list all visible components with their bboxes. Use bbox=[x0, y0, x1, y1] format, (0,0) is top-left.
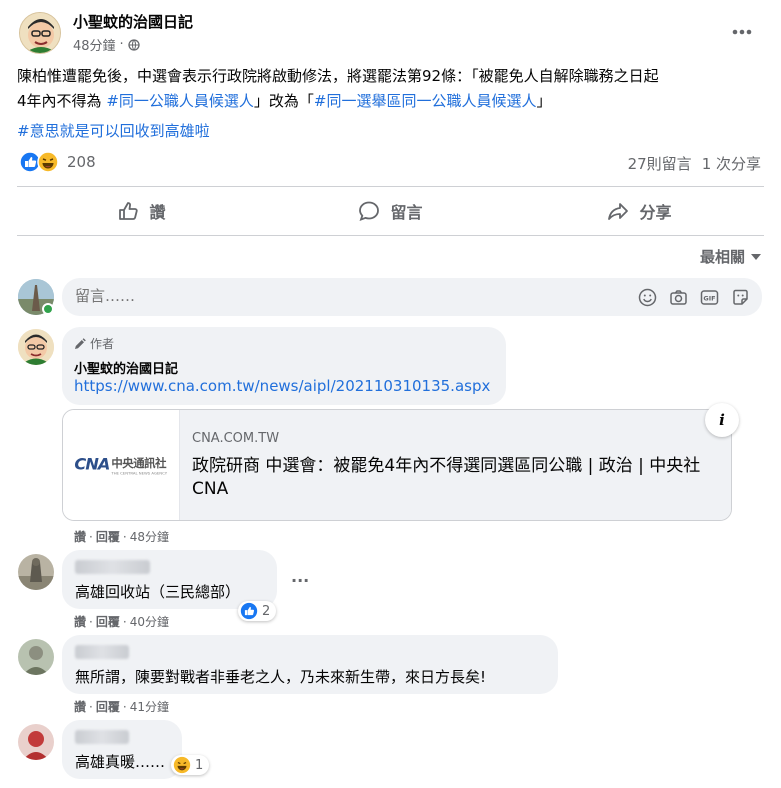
cna-logo-text: 中央通訊社 bbox=[111, 456, 167, 470]
reaction-count: 1 bbox=[195, 757, 204, 773]
share-button[interactable]: 分享 bbox=[515, 194, 764, 228]
comment-reply-link[interactable]: 回覆 bbox=[96, 530, 120, 544]
commenter-name-blurred[interactable] bbox=[75, 645, 129, 659]
comment-text: 高雄回收站（三民總部） bbox=[75, 583, 241, 601]
comment-bubble: 高雄回收站（三民總部） bbox=[62, 550, 277, 609]
author-badge: 作者 bbox=[90, 337, 115, 351]
comment-time[interactable]: 41分鐘 bbox=[130, 700, 169, 714]
reaction-count: 2 bbox=[262, 603, 271, 619]
page-name[interactable]: 小聖蚊的治國日記 bbox=[73, 11, 193, 32]
haha-icon bbox=[173, 756, 191, 774]
cna-logo-mark: CNA bbox=[74, 455, 111, 475]
commenter-avatar[interactable] bbox=[18, 639, 54, 675]
comment-time[interactable]: 40分鐘 bbox=[130, 615, 169, 629]
comment-composer[interactable]: GIF bbox=[62, 278, 762, 316]
pencil-icon bbox=[75, 337, 86, 349]
comment-icon bbox=[359, 201, 380, 221]
comment-bubble: 作者 小聖蚊的治國日記 https://www.cna.com.tw/news/… bbox=[62, 327, 506, 405]
hashtag-link[interactable]: #意思就是可以回收到高雄啦 bbox=[17, 122, 210, 140]
post-text: 陳柏惟遭罷免後，中選會表示行政院將啟動修法，將選罷法第92條：「被罷免人自解除職… bbox=[17, 64, 767, 144]
comment-text: 高雄真暖…… bbox=[75, 753, 166, 771]
comment-input[interactable] bbox=[75, 287, 615, 305]
comment-like-link[interactable]: 讚 bbox=[74, 615, 86, 629]
comment-like-link[interactable]: 讚 bbox=[74, 530, 86, 544]
comment-reaction-badge[interactable]: 2 bbox=[238, 601, 277, 621]
more-options-button[interactable] bbox=[724, 22, 760, 42]
like-button[interactable]: 讚 bbox=[17, 194, 266, 228]
comment-actions: 讚 · 回覆 · 48分鐘 bbox=[74, 530, 169, 544]
sticker-icon[interactable] bbox=[731, 288, 750, 307]
divider bbox=[17, 235, 764, 236]
post-time[interactable]: 48分鐘 bbox=[73, 35, 116, 54]
commenter-name-blurred[interactable] bbox=[75, 560, 150, 574]
reaction-count[interactable]: 208 bbox=[67, 153, 96, 171]
online-indicator bbox=[42, 303, 54, 315]
ellipsis-icon: ··· bbox=[291, 571, 310, 590]
commenter-avatar[interactable] bbox=[18, 554, 54, 590]
thumbs-up-icon bbox=[119, 202, 139, 220]
share-count[interactable]: 1 次分享 bbox=[702, 153, 761, 174]
page-avatar[interactable] bbox=[19, 12, 61, 54]
ellipsis-icon bbox=[732, 29, 752, 35]
post-text-line2: 4年內不得為 #同一公職人員候選人」改為「#同一選舉區同一公職人員候選人」 bbox=[17, 92, 552, 110]
comment-reply-link[interactable]: 回覆 bbox=[96, 615, 120, 629]
preview-title[interactable]: 政院研商 中選會：被罷免4年內不得選同選區同公職 | 政治 | 中央社 CNA bbox=[192, 455, 702, 501]
reaction-summary[interactable]: 208 bbox=[19, 151, 96, 173]
comment-reply-link[interactable]: 回覆 bbox=[96, 700, 120, 714]
info-button[interactable]: i bbox=[705, 403, 739, 437]
share-icon bbox=[608, 203, 629, 220]
commenter-avatar[interactable] bbox=[18, 329, 54, 365]
link-preview-card[interactable]: CNA 中央通訊社 THE CENTRAL NEWS AGENCY CNA.CO… bbox=[62, 409, 732, 521]
comment-link[interactable]: https://www.cna.com.tw/news/aipl/2021103… bbox=[74, 377, 490, 395]
svg-text:GIF: GIF bbox=[703, 295, 715, 303]
hashtag-link[interactable]: #同一公職人員候選人 bbox=[106, 92, 254, 110]
post-meta: 48分鐘 · bbox=[73, 35, 140, 54]
comment-author[interactable]: 小聖蚊的治國日記 bbox=[74, 358, 178, 377]
camera-icon[interactable] bbox=[669, 288, 688, 307]
comment-bubble: 無所謂，陳要對戰者非垂老之人，乃未來新生帶，來日方長矣! bbox=[62, 635, 558, 694]
caret-down-icon bbox=[751, 253, 761, 260]
comment-like-link[interactable]: 讚 bbox=[74, 700, 86, 714]
comment-text: 無所謂，陳要對戰者非垂老之人，乃未來新生帶，來日方長矣! bbox=[75, 668, 487, 686]
commenter-avatar[interactable] bbox=[18, 724, 54, 760]
gif-icon[interactable]: GIF bbox=[700, 288, 719, 307]
emoji-icon[interactable] bbox=[638, 288, 657, 307]
comment-sort-dropdown[interactable]: 最相關 bbox=[700, 246, 761, 267]
news-logo: CNA 中央通訊社 THE CENTRAL NEWS AGENCY bbox=[63, 410, 180, 520]
like-icon bbox=[240, 602, 258, 620]
engagement-counts: 27則留言 1 次分享 bbox=[628, 153, 761, 174]
comment-bubble: 高雄真暖…… bbox=[62, 720, 182, 779]
comment-actions: 讚 · 回覆 · 40分鐘 bbox=[74, 615, 169, 629]
comment-count[interactable]: 27則留言 bbox=[628, 153, 692, 174]
cna-logo-subtext: THE CENTRAL NEWS AGENCY bbox=[111, 470, 168, 476]
hashtag-link[interactable]: #同一選舉區同一公職人員候選人 bbox=[314, 92, 537, 110]
comment-time[interactable]: 48分鐘 bbox=[130, 530, 169, 544]
globe-icon bbox=[128, 38, 140, 51]
comment-button[interactable]: 留言 bbox=[266, 194, 515, 228]
comment-more-button[interactable]: ··· bbox=[291, 571, 309, 590]
info-icon: i bbox=[719, 411, 725, 429]
post-text-line1: 陳柏惟遭罷免後，中選會表示行政院將啟動修法，將選罷法第92條：「被罷免人自解除職… bbox=[17, 67, 659, 85]
divider bbox=[17, 186, 764, 187]
meta-separator: · bbox=[119, 37, 124, 52]
haha-icon bbox=[37, 151, 59, 173]
comment-actions: 讚 · 回覆 · 41分鐘 bbox=[74, 700, 169, 714]
commenter-name-blurred[interactable] bbox=[75, 730, 129, 744]
comment-reaction-badge[interactable]: 1 bbox=[171, 755, 210, 775]
preview-domain: CNA.COM.TW bbox=[192, 431, 280, 446]
